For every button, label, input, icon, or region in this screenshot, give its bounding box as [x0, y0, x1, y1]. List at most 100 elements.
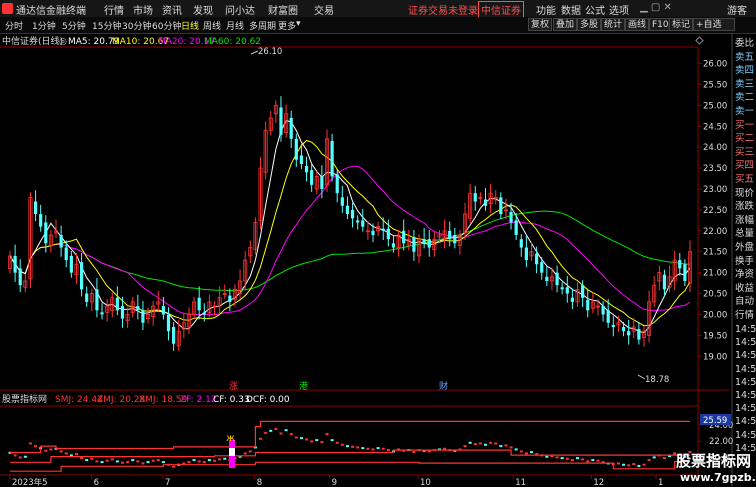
- dcf-label: DCF: 0.00: [246, 395, 290, 405]
- candle-body: [611, 324, 615, 327]
- candle: [468, 183, 473, 224]
- candle-body: [13, 255, 17, 273]
- indicator-bar: [427, 450, 431, 453]
- candle-body: [95, 289, 99, 311]
- menu-item-zixun[interactable]: 资讯: [162, 2, 182, 17]
- indicator-bar: [126, 461, 130, 464]
- chevron-down-icon[interactable]: ▾: [296, 19, 301, 29]
- overlay-button[interactable]: 叠加: [553, 18, 578, 31]
- butterfly-icon: ж: [226, 433, 235, 444]
- period-tab-30min[interactable]: 30分钟: [122, 19, 151, 32]
- signal-bar-core: [229, 448, 235, 456]
- indicator-bar: [259, 437, 263, 440]
- indicator-bar: [90, 457, 94, 460]
- menu-item-jiaoyi[interactable]: 交易: [314, 2, 334, 17]
- menu-item-caifuquan[interactable]: 财富圈: [268, 2, 298, 17]
- candle-body: [79, 262, 84, 290]
- period-tab-more[interactable]: 更多: [278, 19, 296, 32]
- draw-button[interactable]: 画线: [625, 18, 650, 31]
- mark-button[interactable]: 标记: [669, 18, 694, 31]
- low-marker: 18.78: [637, 374, 669, 385]
- candle-body: [606, 310, 610, 323]
- high-marker: 26.10: [250, 47, 282, 57]
- period-tab-fenshi[interactable]: 分时: [5, 19, 23, 32]
- candle: [652, 275, 657, 307]
- indicator-bar: [18, 456, 22, 459]
- candle-body: [289, 117, 293, 139]
- menu-item-shichang[interactable]: 市场: [133, 2, 153, 17]
- candle-body: [535, 253, 539, 265]
- window-controls[interactable]: ▁ ▢ ✕: [640, 2, 672, 13]
- multi-stock-button[interactable]: 多股: [577, 18, 602, 31]
- candle: [294, 133, 298, 167]
- period-tab-5min[interactable]: 5分钟: [62, 19, 86, 32]
- settings-circle-icon[interactable]: ◎: [59, 37, 67, 47]
- tick-time-label: 14:5: [735, 416, 756, 428]
- candle: [478, 192, 483, 205]
- period-tab-multi[interactable]: 多周期: [249, 19, 276, 32]
- candle: [310, 163, 314, 192]
- indicator-bar: [530, 451, 534, 454]
- event-marker-zhang[interactable]: 涨: [229, 381, 238, 392]
- candle-body: [683, 264, 687, 281]
- event-marker-cai[interactable]: 财: [439, 380, 448, 392]
- menu-item-gongshi[interactable]: 公式: [585, 2, 605, 17]
- indicator-bar: [622, 463, 626, 466]
- event-marker-gang[interactable]: 港: [299, 380, 308, 392]
- indicator-value-tag-text: 25.59: [703, 416, 727, 426]
- broker-button[interactable]: 中信证券: [478, 1, 524, 18]
- indicator-bar: [345, 445, 349, 448]
- quote-row-label: 总量: [735, 228, 755, 240]
- candle-body: [310, 170, 314, 185]
- guest-label[interactable]: 游客: [727, 2, 747, 17]
- period-tab-60min[interactable]: 60分钟: [152, 19, 181, 32]
- period-tab-15min[interactable]: 15分钟: [92, 19, 121, 32]
- candle: [657, 265, 662, 291]
- indicator-bar: [361, 447, 365, 450]
- menu-item-shuju[interactable]: 数据: [561, 2, 581, 17]
- candle: [263, 121, 268, 180]
- stats-button[interactable]: 统计: [601, 18, 626, 31]
- quote-row-label: 卖一: [735, 106, 755, 117]
- menu-item-hangqing[interactable]: 行情: [104, 2, 124, 17]
- menu-item-gongneng[interactable]: 功能: [536, 2, 556, 17]
- add-watchlist-button[interactable]: +自选: [693, 18, 735, 31]
- candle: [473, 186, 477, 211]
- candle-body: [524, 247, 528, 261]
- candle-body: [44, 222, 48, 244]
- period-tab-daily[interactable]: 日线: [181, 19, 199, 32]
- indicator-bar: [218, 458, 222, 461]
- period-tab-1min[interactable]: 1分钟: [32, 19, 56, 32]
- fuquan-button[interactable]: 复权: [528, 18, 553, 31]
- candle-body: [345, 205, 350, 215]
- date-tick-label: 9: [332, 478, 337, 487]
- indicator-bar: [105, 459, 109, 462]
- period-tab-monthly[interactable]: 月线: [226, 19, 244, 32]
- candle-body: [85, 293, 89, 302]
- indicator-bar: [545, 455, 549, 458]
- indicator-bar: [315, 439, 319, 442]
- trade-login-alert[interactable]: 证券交易未登录: [408, 2, 478, 17]
- indicator-bar: [381, 447, 385, 450]
- quote-row-label: 外盘: [735, 242, 755, 253]
- indicator-bar: [478, 442, 482, 445]
- menu-item-faxian[interactable]: 发现: [193, 2, 213, 17]
- menu-item-wenxiaoda[interactable]: 问小达: [225, 2, 255, 17]
- indicator-bar: [172, 465, 176, 468]
- tick-time-label: 14:5: [735, 324, 756, 335]
- indicator-bar: [13, 454, 17, 457]
- candlestick-series: [7, 96, 693, 351]
- kline-chart-area[interactable]: 中信证券(日线) ◎ MA5: 20.79 MA10: 20.67 MA20: …: [0, 33, 756, 487]
- candle: [100, 303, 104, 320]
- indicator-bar: [499, 445, 503, 448]
- indicator-bar: [248, 450, 252, 453]
- indicator-bar: [294, 436, 298, 439]
- candle: [570, 288, 575, 310]
- panel-toggle-icon[interactable]: [695, 36, 704, 45]
- candle-body: [545, 276, 549, 281]
- candle-body: [340, 197, 344, 206]
- period-tab-weekly[interactable]: 周线: [203, 19, 221, 32]
- candle-body: [39, 214, 43, 227]
- watermark-url: www.7gpzb.com: [680, 471, 756, 484]
- menu-item-xuanxiang[interactable]: 选项: [609, 2, 629, 17]
